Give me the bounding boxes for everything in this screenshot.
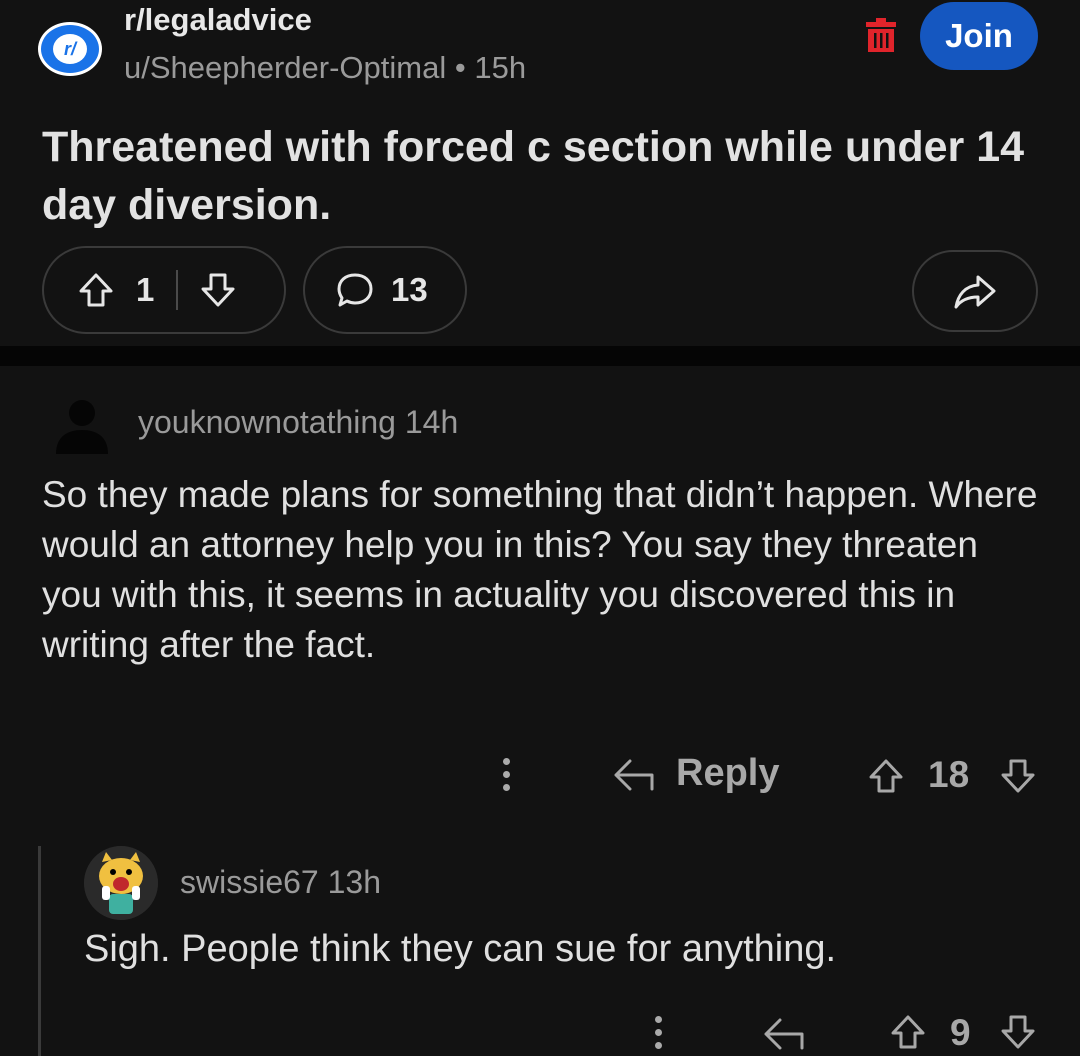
post-author[interactable]: u/Sheepherder-Optimal bbox=[124, 50, 446, 85]
user-avatar[interactable] bbox=[84, 846, 158, 920]
reply-arrow-icon[interactable] bbox=[612, 755, 656, 795]
upvote-arrow-icon[interactable] bbox=[76, 270, 116, 310]
post-vote-bar: 1 bbox=[42, 246, 286, 334]
upvote-arrow-icon[interactable] bbox=[888, 1012, 928, 1052]
subreddit-name[interactable]: r/legaladvice bbox=[124, 2, 312, 38]
thread-line[interactable] bbox=[38, 846, 41, 1056]
comment-body[interactable]: So they made plans for something that di… bbox=[42, 470, 1042, 670]
reply-arrow-icon[interactable] bbox=[762, 1014, 806, 1054]
more-options-icon[interactable] bbox=[501, 758, 511, 791]
section-divider bbox=[0, 346, 1080, 366]
comment-meta: swissie67 13h bbox=[180, 864, 381, 901]
post-meta: u/Sheepherder-Optimal • 15h bbox=[124, 50, 526, 86]
comment-score: 18 bbox=[928, 754, 970, 795]
trash-icon[interactable] bbox=[866, 18, 896, 52]
downvote-arrow-icon[interactable] bbox=[198, 270, 238, 310]
join-button[interactable]: Join bbox=[920, 2, 1038, 70]
comment-bubble-icon bbox=[337, 273, 373, 307]
upvote-arrow-icon[interactable] bbox=[866, 756, 906, 796]
comment-age: 13h bbox=[327, 864, 381, 900]
more-options-icon[interactable] bbox=[653, 1016, 663, 1049]
meta-separator: • bbox=[454, 50, 466, 85]
share-arrow-icon bbox=[954, 275, 996, 309]
post-score: 1 bbox=[136, 271, 155, 308]
vote-divider bbox=[176, 270, 179, 310]
post-title[interactable]: Threatened with forced c section while u… bbox=[42, 118, 1042, 234]
comments-button[interactable]: 13 bbox=[303, 246, 467, 334]
comment-count: 13 bbox=[391, 271, 428, 308]
subreddit-avatar[interactable]: r/ bbox=[38, 22, 102, 76]
downvote-arrow-icon[interactable] bbox=[998, 756, 1038, 796]
downvote-arrow-icon[interactable] bbox=[998, 1012, 1038, 1052]
default-avatar-icon[interactable] bbox=[54, 398, 110, 454]
comment-age: 14h bbox=[404, 404, 459, 440]
reply-button[interactable]: Reply bbox=[676, 752, 779, 795]
comment-meta: youknownotathing 14h bbox=[138, 404, 458, 441]
share-button[interactable] bbox=[912, 250, 1038, 332]
comment-username[interactable]: swissie67 bbox=[180, 864, 319, 900]
comment-body[interactable]: Sigh. People think they can sue for anyt… bbox=[84, 928, 1044, 971]
subreddit-avatar-label: r/ bbox=[53, 34, 87, 64]
comment-username[interactable]: youknownotathing bbox=[138, 404, 396, 440]
post-age: 15h bbox=[474, 50, 527, 85]
comment-score: 9 bbox=[950, 1012, 971, 1053]
